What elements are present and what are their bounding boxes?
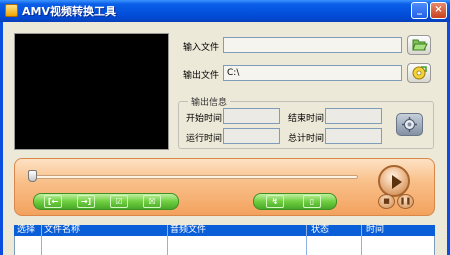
folder-open-icon [412,39,428,51]
file-table-body[interactable] [14,236,435,255]
close-icon: × [434,4,443,15]
run-time-field [223,128,280,144]
close-button[interactable]: × [430,2,447,19]
app-window: AMV视频转换工具 _ × 输入文件 输出文件 C:\ 输出信息 开始时间 结束… [0,0,450,255]
start-time-label: 开始时间 [186,114,223,124]
play-button[interactable] [378,165,410,197]
gear-icon [402,117,417,132]
video-preview [14,33,169,150]
stop-convert-button[interactable]: ▯ [303,195,321,208]
end-time-label: 结束时间 [288,114,325,124]
choose-output-button[interactable] [407,63,431,83]
minimize-icon: _ [417,4,422,15]
file-table-header: 选择 文件名称 音频文件 状态 时间 [14,225,435,236]
title-bar: AMV视频转换工具 _ × [0,0,450,22]
mark-in-button[interactable]: [← [44,195,62,208]
column-divider [41,225,42,255]
column-divider [167,225,168,255]
run-time-label: 运行时间 [186,134,223,144]
mark-out-button[interactable]: →] [77,195,95,208]
seek-track[interactable] [32,175,358,179]
input-file-field[interactable] [223,37,402,53]
column-divider [306,225,307,255]
app-icon [5,4,18,17]
settings-button[interactable] [396,113,423,136]
clear-button[interactable]: ☒ [143,195,161,208]
column-time[interactable]: 时间 [366,225,384,236]
check-button[interactable]: ☑ [110,195,128,208]
column-select[interactable]: 选择 [17,225,35,236]
stop-icon: ■ [383,197,390,205]
output-file-field[interactable]: C:\ [223,65,402,81]
pause-button[interactable]: ❚❚ [397,194,414,209]
input-file-label: 输入文件 [183,43,220,53]
total-time-field [325,128,382,144]
window-frame-left [0,22,3,255]
start-time-field [223,108,280,124]
disc-icon [412,66,427,80]
column-file-name[interactable]: 文件名称 [44,225,80,236]
convert-button[interactable]: ↯ [266,195,284,208]
output-info-title: 输出信息 [188,95,231,108]
minimize-button[interactable]: _ [411,2,428,19]
stop-button[interactable]: ■ [378,194,395,209]
column-divider [361,225,362,255]
play-icon [392,175,402,189]
seek-thumb[interactable] [28,170,37,182]
output-file-label: 输出文件 [183,71,220,81]
window-title: AMV视频转换工具 [22,5,116,18]
total-time-label: 总计时间 [288,134,325,144]
end-time-field [325,108,382,124]
open-input-button[interactable] [407,35,431,55]
column-audio-file[interactable]: 音频文件 [170,225,206,236]
column-status[interactable]: 状态 [311,225,329,236]
pause-icon: ❚❚ [399,197,412,205]
